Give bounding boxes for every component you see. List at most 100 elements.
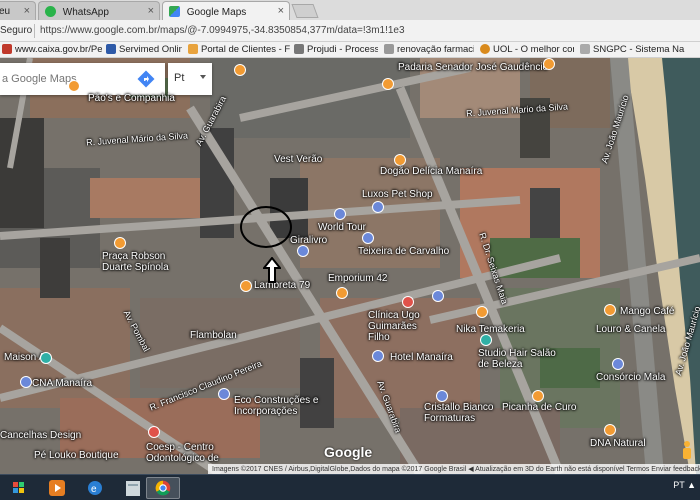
label-text: Nika Temakeria (456, 324, 525, 335)
bookmark-renovacao[interactable]: renovação farmacio (384, 44, 474, 55)
restaurant-icon[interactable] (543, 58, 555, 70)
close-tab-icon[interactable]: × (148, 5, 154, 17)
store-icon[interactable] (604, 424, 616, 436)
place-flambolan-label[interactable]: Flambolan (190, 330, 237, 341)
map-attribution[interactable]: Imagens ©2017 CNES / Airbus,DigitalGlobe… (208, 464, 700, 474)
office-icon[interactable] (218, 388, 230, 400)
label-text: World Tour (318, 222, 366, 233)
internet-explorer-icon[interactable]: e (78, 477, 112, 499)
place-padaria-senador-label[interactable]: Padaria Senador José Gaudêncio (398, 62, 548, 73)
place-maison-label[interactable]: Maison A (4, 352, 45, 363)
place-praca-label[interactable]: Praça Robson Duarte Spínola (102, 251, 182, 273)
satellite-map[interactable]: Pt Padaria Senador José Gaudêncio Pão's … (0, 58, 700, 474)
page-icon (384, 44, 394, 54)
tab-partial[interactable]: eu × (0, 1, 36, 20)
place-giralivro-label[interactable]: Giralivro (290, 235, 327, 246)
servimed-icon (106, 44, 116, 54)
label-text: Picanha de Curo (502, 402, 577, 413)
cafe-icon[interactable] (604, 304, 616, 316)
place-eco-label[interactable]: Eco Construções e Incorporações (234, 395, 324, 417)
label-text: Pé Louko Boutique (34, 450, 119, 461)
place-studio-hair-label[interactable]: Studio Hair Salão de Beleza (478, 348, 558, 370)
caixa-icon (2, 44, 12, 54)
place-teixeira-label[interactable]: Teixeira de Carvalho (358, 246, 449, 257)
maps-search-input[interactable] (0, 63, 130, 95)
place-world-tour-label[interactable]: World Tour (318, 222, 366, 233)
place-dogao-label[interactable]: Dogão Delícia Manaíra (380, 166, 482, 177)
close-tab-icon[interactable]: × (24, 5, 30, 17)
page-icon (580, 44, 590, 54)
shop-icon[interactable] (436, 390, 448, 402)
pegman-icon[interactable] (680, 440, 694, 460)
bookmark-servimed[interactable]: Servimed Online (106, 44, 182, 55)
place-coesp-label[interactable]: Coesp - Centro Odontológico de (146, 442, 246, 464)
place-paos-companhia-label[interactable]: Pão's e Companhia (88, 93, 175, 104)
system-tray[interactable]: PT ▲ (673, 480, 696, 490)
shop-icon[interactable] (297, 245, 309, 257)
shop-icon[interactable] (372, 201, 384, 213)
screen: eu × WhatsApp × Google Maps × Seguro htt… (0, 0, 700, 500)
place-emporium-label[interactable]: Emporium 42 (328, 273, 387, 284)
language-select[interactable]: Pt (168, 63, 212, 95)
tab-label: eu (0, 6, 11, 17)
annotation-arrow-icon (263, 257, 281, 283)
input-language-label[interactable]: PT (673, 480, 684, 490)
shop-icon[interactable] (432, 290, 444, 302)
bookmark-label: Projudi - Processo Ele (307, 44, 378, 55)
bookmark-portal-clientes[interactable]: Portal de Clientes - F (188, 44, 290, 55)
maps-search-box[interactable] (0, 63, 165, 95)
hotel-icon[interactable] (372, 350, 384, 362)
school-icon[interactable] (20, 376, 32, 388)
place-louro-label[interactable]: Louro & Canela (596, 324, 666, 335)
whatsapp-icon (45, 6, 56, 17)
hospital-icon[interactable] (402, 296, 414, 308)
place-vest-verao-label[interactable]: Vest Verão (274, 154, 322, 165)
bookmark-sngpc[interactable]: SNGPC - Sistema Na (580, 44, 698, 55)
place-cristallo-label[interactable]: Cristallo Bianco Formaturas (424, 402, 504, 424)
restaurant-icon[interactable] (394, 154, 406, 166)
tab-google-maps[interactable]: Google Maps × (162, 1, 290, 20)
restaurant-icon[interactable] (476, 306, 488, 318)
label-text: DNA Natural (590, 438, 646, 449)
salon-icon[interactable] (40, 352, 52, 364)
place-clinica-label[interactable]: Clínica Ugo Guimarães Filho (368, 310, 438, 343)
close-tab-icon[interactable]: × (278, 5, 284, 17)
shop-icon[interactable] (362, 232, 374, 244)
google-logo: Google (324, 444, 373, 460)
google-maps-icon (169, 6, 180, 17)
chrome-icon[interactable] (146, 477, 180, 499)
shop-icon[interactable] (334, 208, 346, 220)
bakery-icon[interactable] (68, 80, 80, 92)
park-icon[interactable] (114, 237, 126, 249)
hospital-icon[interactable] (148, 426, 160, 438)
directions-icon[interactable] (137, 70, 155, 88)
media-player-icon[interactable] (40, 477, 74, 499)
bookmark-uol[interactable]: UOL - O melhor cont (480, 44, 574, 55)
place-hotel-label[interactable]: Hotel Manaíra (390, 352, 453, 363)
start-button-icon[interactable] (2, 477, 36, 499)
bookmark-caixa[interactable]: www.caixa.gov.br/Pe (2, 44, 102, 55)
place-mango-label[interactable]: Mango Café (620, 306, 674, 317)
place-nika-label[interactable]: Nika Temakeria (456, 324, 525, 335)
restaurant-icon[interactable] (240, 280, 252, 292)
file-explorer-icon[interactable] (116, 477, 150, 499)
cafe-icon[interactable] (234, 64, 246, 76)
salon-icon[interactable] (480, 334, 492, 346)
place-consorcio-label[interactable]: Consórcio Mala (596, 372, 665, 383)
place-cancelhas-label[interactable]: Cancelhas Design (0, 430, 81, 441)
new-tab-button[interactable] (291, 4, 319, 18)
browser-tab-strip: eu × WhatsApp × Google Maps × (0, 0, 700, 20)
place-pe-louko-label[interactable]: Pé Louko Boutique (34, 450, 119, 461)
tab-whatsapp[interactable]: WhatsApp × (38, 1, 160, 20)
bakery-icon[interactable] (382, 78, 394, 90)
restaurant-icon[interactable] (532, 390, 544, 402)
restaurant-icon[interactable] (336, 287, 348, 299)
url-text[interactable]: https://www.google.com.br/maps/@-7.09949… (40, 25, 405, 36)
address-bar[interactable]: Seguro https://www.google.com.br/maps/@-… (0, 20, 700, 42)
shop-icon[interactable] (612, 358, 624, 370)
place-dna-natural-label[interactable]: DNA Natural (590, 438, 646, 449)
place-luxos-label[interactable]: Luxos Pet Shop (362, 189, 433, 200)
bookmark-projudi[interactable]: Projudi - Processo Ele (294, 44, 378, 55)
place-picanha-label[interactable]: Picanha de Curo (502, 402, 577, 413)
place-cna-label[interactable]: CNA Manaíra (32, 378, 92, 389)
